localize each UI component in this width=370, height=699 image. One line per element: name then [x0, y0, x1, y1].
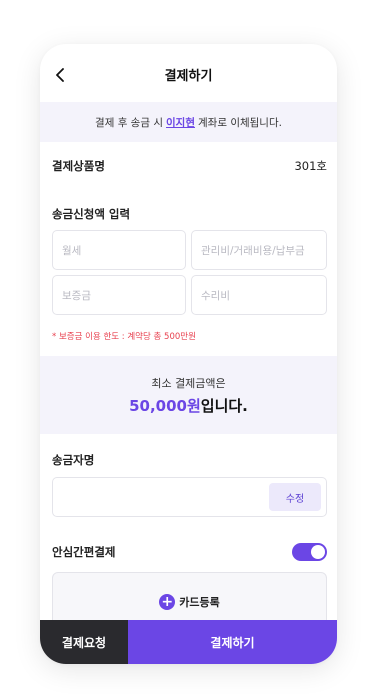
- toggle-knob: [311, 545, 325, 559]
- phone-frame: 결제하기 결제 후 송금 시 이지현 계좌로 이체됩니다. 결제상품명 301호…: [40, 44, 337, 664]
- product-value: 301호: [294, 159, 327, 173]
- transfer-notice: 결제 후 송금 시 이지현 계좌로 이체됩니다.: [40, 102, 337, 142]
- deposit-input[interactable]: 보증금: [52, 275, 186, 315]
- plus-circle-icon: +: [159, 594, 176, 610]
- back-button[interactable]: [50, 64, 70, 86]
- notice-suffix: 계좌로 이체됩니다.: [198, 116, 282, 129]
- minimum-amount-box: 최소 결제금액은 50,000원입니다.: [40, 356, 337, 434]
- rent-input[interactable]: 월세: [52, 230, 186, 270]
- fees-input[interactable]: 관리비/거래비용/납부금: [191, 230, 327, 270]
- deposit-limit-note: * 보증금 이용 한도 : 계약당 총 500만원: [52, 332, 196, 342]
- rent-placeholder: 월세: [62, 244, 82, 257]
- edit-button[interactable]: 수정: [269, 483, 321, 511]
- notice-prefix: 결제 후 송금 시: [95, 116, 164, 129]
- pay-button[interactable]: 결제하기: [128, 620, 337, 664]
- deposit-placeholder: 보증금: [62, 289, 91, 302]
- minimum-line: 최소 결제금액은: [151, 377, 226, 390]
- card-register-label: 카드등록: [179, 596, 220, 609]
- minimum-amount-line: 50,000원입니다.: [40, 395, 337, 416]
- sender-name-input[interactable]: 수정: [52, 477, 327, 517]
- recipient-name: 이지현: [166, 116, 195, 129]
- header: 결제하기: [40, 44, 337, 104]
- sender-label: 송금자명: [52, 453, 95, 467]
- minimum-amount: 50,000원: [129, 397, 201, 415]
- payment-request-button[interactable]: 결제요청: [40, 620, 128, 664]
- minimum-suffix: 입니다.: [200, 397, 248, 415]
- repair-placeholder: 수리비: [201, 289, 230, 302]
- product-label: 결제상품명: [52, 159, 105, 173]
- repair-input[interactable]: 수리비: [191, 275, 327, 315]
- fees-placeholder: 관리비/거래비용/납부금: [201, 244, 305, 257]
- product-row: 결제상품명 301호: [52, 156, 327, 176]
- page-title: 결제하기: [164, 68, 213, 84]
- easy-pay-row: 안심간편결제: [52, 542, 327, 562]
- transfer-request-label: 송금신청액 입력: [52, 207, 131, 221]
- easy-pay-toggle[interactable]: [292, 543, 327, 561]
- chevron-left-icon: [56, 68, 64, 82]
- easy-pay-label: 안심간편결제: [52, 545, 116, 559]
- bottom-action-bar: 결제요청 결제하기: [40, 620, 337, 664]
